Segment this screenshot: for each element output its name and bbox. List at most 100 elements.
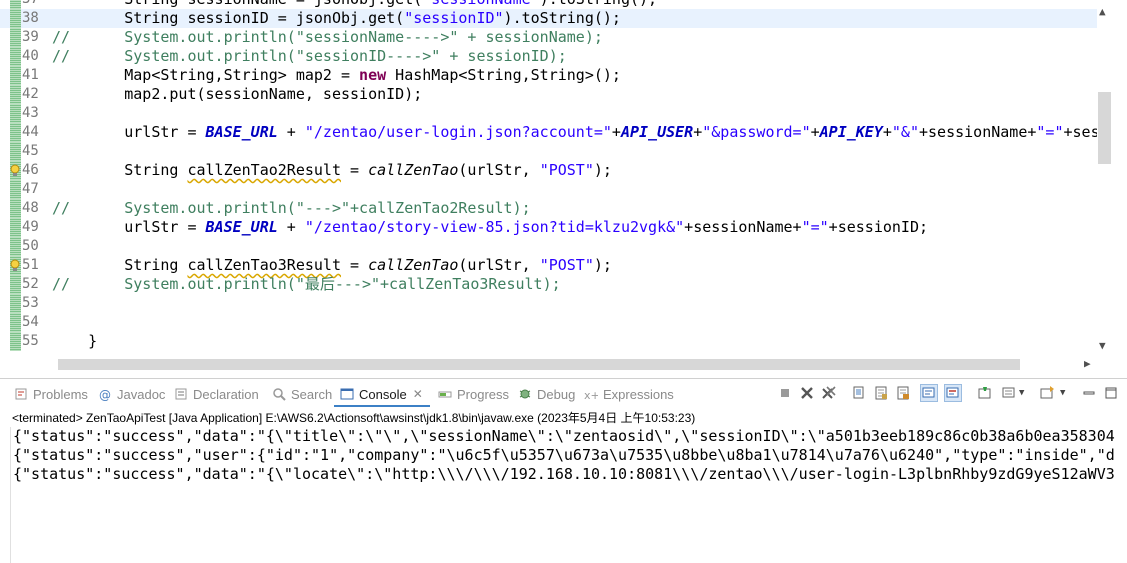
remove-all-icon[interactable] bbox=[821, 385, 837, 401]
code-text[interactable]: urlStr = BASE_URL + "/zentao/user-login.… bbox=[52, 123, 1099, 142]
code-text[interactable]: } bbox=[52, 332, 97, 351]
code-line[interactable]: 47 bbox=[0, 180, 1097, 199]
problems-icon bbox=[15, 388, 27, 400]
change-ruler-marker bbox=[10, 0, 21, 9]
word-wrap-icon[interactable] bbox=[920, 384, 938, 402]
editor-lines[interactable]: 37 String sessionName = jsonObj.get("ses… bbox=[0, 0, 1100, 351]
warning-lightbulb-icon[interactable] bbox=[9, 259, 22, 272]
open-console-dropdown-icon[interactable]: ▼ bbox=[1060, 385, 1076, 401]
editor-vertical-scrollbar[interactable]: ▲ ▼ bbox=[1097, 0, 1113, 356]
console-icon bbox=[340, 388, 354, 400]
tab-label: Declaration bbox=[193, 386, 259, 402]
scroll-up-arrow-icon[interactable]: ▲ bbox=[1099, 6, 1106, 18]
display-console-icon[interactable] bbox=[1001, 385, 1017, 401]
console-output-line: {"status":"success","user":{"id":"1","co… bbox=[13, 446, 1115, 464]
tab-search[interactable]: Search bbox=[272, 383, 332, 405]
tab-progress[interactable]: Progress bbox=[438, 383, 509, 405]
tab-javadoc[interactable]: @ Javadoc bbox=[98, 383, 165, 405]
code-text[interactable]: urlStr = BASE_URL + "/zentao/story-view-… bbox=[52, 218, 928, 237]
scroll-lock-icon[interactable] bbox=[895, 385, 911, 401]
code-text[interactable]: String sessionID = jsonObj.get("sessionI… bbox=[52, 9, 621, 28]
code-line[interactable]: 46 String callZenTao2Result = callZenTao… bbox=[0, 161, 1097, 180]
tab-close-icon[interactable]: ✕ bbox=[413, 387, 423, 401]
change-ruler-marker bbox=[10, 275, 21, 294]
line-number: 39 bbox=[22, 29, 39, 45]
code-line[interactable]: 53 bbox=[0, 294, 1097, 313]
tab-declaration[interactable]: Declaration bbox=[174, 383, 259, 405]
tab-label: Expressions bbox=[603, 386, 674, 402]
remove-launch-icon[interactable] bbox=[799, 385, 815, 401]
code-text[interactable]: // System.out.println("--->"+callZenTao2… bbox=[52, 199, 531, 218]
tab-label: Search bbox=[291, 386, 333, 402]
tab-label: Debug bbox=[537, 386, 576, 402]
code-line[interactable]: 49 urlStr = BASE_URL + "/zentao/story-vi… bbox=[0, 218, 1097, 237]
change-ruler-marker bbox=[10, 9, 21, 28]
clear-console-icon[interactable] bbox=[873, 385, 889, 401]
code-line[interactable]: 38 String sessionID = jsonObj.get("sessi… bbox=[0, 9, 1097, 28]
code-line[interactable]: 50 bbox=[0, 237, 1097, 256]
line-number: 53 bbox=[22, 295, 39, 311]
code-line[interactable]: 51 String callZenTao3Result = callZenTao… bbox=[0, 256, 1097, 275]
minimize-icon[interactable] bbox=[1081, 385, 1097, 401]
horizontal-scroll-thumb[interactable] bbox=[58, 359, 1020, 370]
progress-icon bbox=[438, 391, 452, 398]
terminate-icon[interactable] bbox=[777, 385, 793, 401]
show-on-stdout-icon[interactable] bbox=[944, 384, 962, 402]
code-text[interactable]: String callZenTao3Result = callZenTao(ur… bbox=[52, 256, 612, 275]
maximize-icon[interactable] bbox=[1103, 385, 1119, 401]
code-line[interactable]: 45 bbox=[0, 142, 1097, 161]
tab-debug[interactable]: Debug bbox=[518, 383, 575, 405]
code-line[interactable]: 55 } bbox=[0, 332, 1097, 351]
change-ruler-marker bbox=[10, 104, 21, 123]
line-number: 38 bbox=[22, 10, 39, 26]
line-number: 55 bbox=[22, 333, 39, 349]
line-number: 37 bbox=[22, 0, 44, 9]
open-console-icon[interactable] bbox=[1039, 385, 1055, 401]
line-number: 50 bbox=[22, 238, 39, 254]
code-text[interactable]: String sessionName = jsonObj.get("sessio… bbox=[52, 0, 657, 9]
vertical-scroll-thumb[interactable] bbox=[1098, 92, 1111, 164]
code-text[interactable]: // System.out.println("最后--->"+callZenTa… bbox=[52, 275, 561, 294]
change-ruler-marker bbox=[10, 142, 21, 161]
tab-problems[interactable]: Problems bbox=[14, 383, 88, 405]
scroll-right-arrow-icon[interactable]: ▶ bbox=[1084, 358, 1091, 370]
code-line[interactable]: 42 map2.put(sessionName, sessionID); bbox=[0, 85, 1097, 104]
code-text[interactable]: String callZenTao2Result = callZenTao(ur… bbox=[52, 161, 612, 180]
code-line[interactable]: 52 // System.out.println("最后--->"+callZen… bbox=[0, 275, 1097, 294]
copy-icon[interactable] bbox=[851, 385, 867, 401]
console-output[interactable]: {"status":"success","data":"{\"title\":\… bbox=[10, 427, 1127, 563]
display-console-dropdown-icon[interactable]: ▼ bbox=[1019, 385, 1035, 401]
scroll-down-arrow-icon[interactable]: ▼ bbox=[1099, 340, 1106, 352]
change-ruler-marker bbox=[10, 199, 21, 218]
code-text[interactable]: // System.out.println("sessionName---->"… bbox=[52, 28, 603, 47]
code-line[interactable]: 43 bbox=[0, 104, 1097, 123]
search-icon bbox=[273, 388, 286, 401]
code-line[interactable]: 41 Map<String,String> map2 = new HashMap… bbox=[0, 66, 1097, 85]
code-text[interactable]: Map<String,String> map2 = new HashMap<St… bbox=[52, 66, 621, 85]
change-ruler-marker bbox=[10, 47, 21, 66]
tab-console[interactable]: Console ✕ bbox=[340, 383, 423, 405]
code-text[interactable]: map2.put(sessionName, sessionID); bbox=[52, 85, 422, 104]
line-number: 43 bbox=[22, 105, 39, 121]
change-ruler-marker bbox=[10, 237, 21, 256]
code-line[interactable]: 37 String sessionName = jsonObj.get("ses… bbox=[0, 0, 1097, 9]
code-line[interactable]: 44 urlStr = BASE_URL + "/zentao/user-log… bbox=[0, 123, 1100, 142]
tab-label: Progress bbox=[457, 386, 510, 402]
console-output-line: {"status":"success","data":"{\"locate\":… bbox=[13, 465, 1115, 483]
code-line[interactable]: 48 // System.out.println("--->"+callZenTa… bbox=[0, 199, 1097, 218]
pin-console-icon[interactable] bbox=[977, 385, 993, 401]
code-line[interactable]: 40 // System.out.println("sessionID---->"… bbox=[0, 47, 1097, 66]
code-text[interactable]: // System.out.println("sessionID---->" +… bbox=[52, 47, 567, 66]
tab-label: Console bbox=[359, 386, 407, 402]
editor-horizontal-scrollbar[interactable]: ▶ bbox=[52, 356, 1097, 372]
debug-icon bbox=[519, 389, 531, 399]
warning-lightbulb-icon[interactable] bbox=[9, 164, 22, 177]
line-number: 41 bbox=[22, 67, 39, 83]
tab-expressions[interactable]: x+ Expressions bbox=[584, 383, 674, 405]
code-editor[interactable]: 37 String sessionName = jsonObj.get("ses… bbox=[0, 0, 1127, 372]
svg-text:x+: x+ bbox=[584, 389, 598, 401]
code-line[interactable]: 39 // System.out.println("sessionName----… bbox=[0, 28, 1097, 47]
change-ruler-marker bbox=[10, 313, 21, 332]
view-tab-bar: Problems @ Javadoc Declaration Search Console… bbox=[0, 379, 1127, 407]
code-line[interactable]: 54 bbox=[0, 313, 1097, 332]
